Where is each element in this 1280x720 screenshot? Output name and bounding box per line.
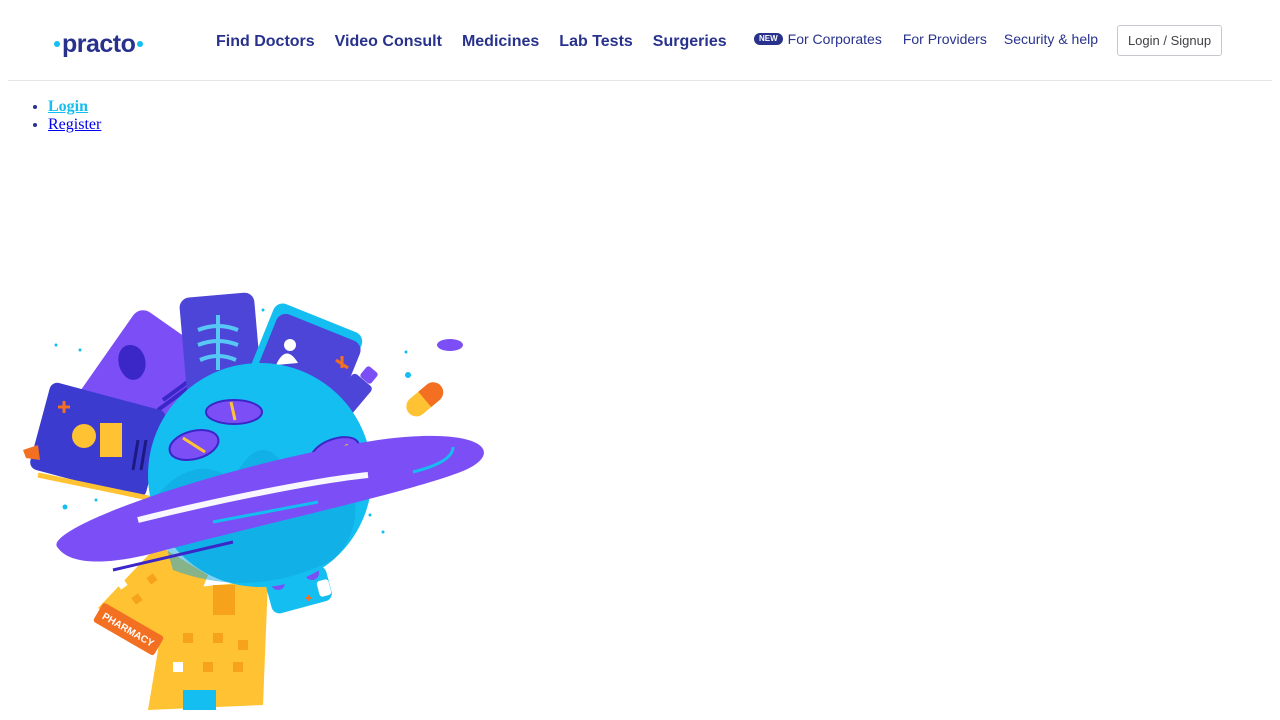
nav-for-corporates[interactable]: For Corporates — [788, 31, 882, 47]
nav-lab-tests[interactable]: Lab Tests — [559, 33, 633, 51]
capsule-icon — [406, 382, 444, 417]
nav-video-consult[interactable]: Video Consult — [335, 33, 442, 51]
logo-wordmark: practo — [62, 29, 136, 58]
register-link[interactable]: Register — [48, 116, 101, 133]
login-signup-button[interactable]: Login / Signup — [1117, 25, 1222, 56]
list-item: Register — [48, 116, 101, 134]
auth-links-list: Login Register — [48, 98, 101, 134]
list-item: Login — [48, 98, 101, 116]
healthcare-planet-illustration: PHARMACY — [23, 292, 484, 710]
nav-for-providers[interactable]: For Providers — [903, 31, 987, 47]
logo-dot-right — [137, 41, 144, 47]
practo-logo[interactable]: practo — [54, 28, 144, 60]
new-badge: NEW — [754, 33, 783, 45]
nav-security-help[interactable]: Security & help — [1004, 31, 1098, 47]
secondary-nav: NEW For Corporates For Providers Securit… — [754, 31, 1098, 47]
nav-medicines[interactable]: Medicines — [462, 33, 539, 51]
pill-icon — [437, 339, 463, 351]
nav-surgeries[interactable]: Surgeries — [653, 33, 727, 51]
logo-dot-left — [54, 41, 60, 47]
top-header: practo Find Doctors Video Consult Medici… — [8, 0, 1272, 81]
primary-nav: Find Doctors Video Consult Medicines Lab… — [216, 33, 747, 51]
nav-find-doctors[interactable]: Find Doctors — [216, 33, 315, 51]
login-link[interactable]: Login — [48, 98, 88, 115]
